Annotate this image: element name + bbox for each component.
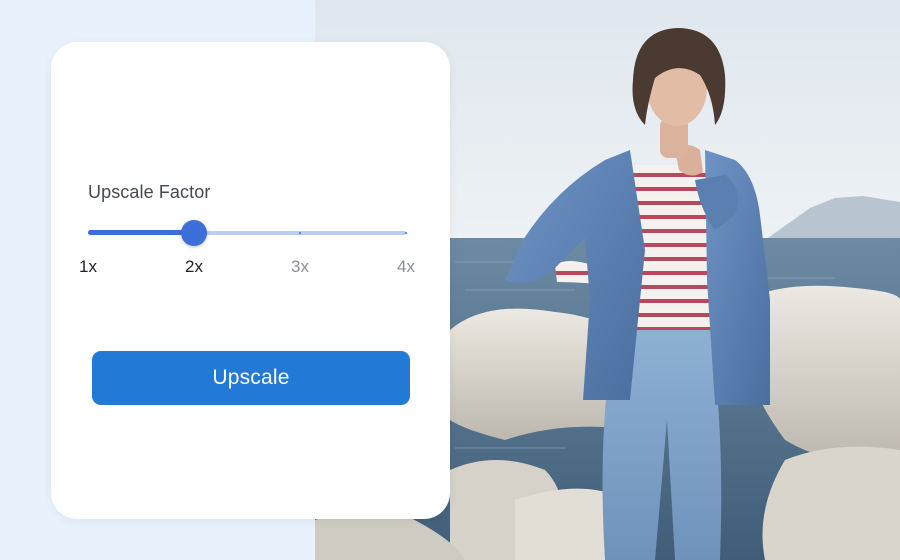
slider-tick-labels: 1x 2x 3x 4x [79, 257, 415, 277]
upscale-button[interactable]: Upscale [92, 351, 410, 405]
slider-tick-mark [299, 232, 301, 234]
slider-track-fill [88, 230, 194, 235]
slider-option-3x[interactable]: 3x [291, 257, 309, 277]
slider-thumb[interactable] [180, 220, 207, 246]
upscale-factor-label: Upscale Factor [88, 182, 211, 202]
upscale-factor-slider[interactable] [88, 220, 407, 246]
rock [762, 446, 900, 560]
slider-tick-mark [405, 232, 407, 234]
slider-option-2x[interactable]: 2x [185, 257, 203, 277]
slider-option-4x[interactable]: 4x [397, 257, 415, 277]
upscale-demo: Upscale Factor 1x 2x 3x 4x Upscale [0, 0, 900, 560]
upscale-panel: Upscale Factor 1x 2x 3x 4x Upscale [51, 42, 450, 519]
slider-option-1x[interactable]: 1x [79, 257, 97, 277]
